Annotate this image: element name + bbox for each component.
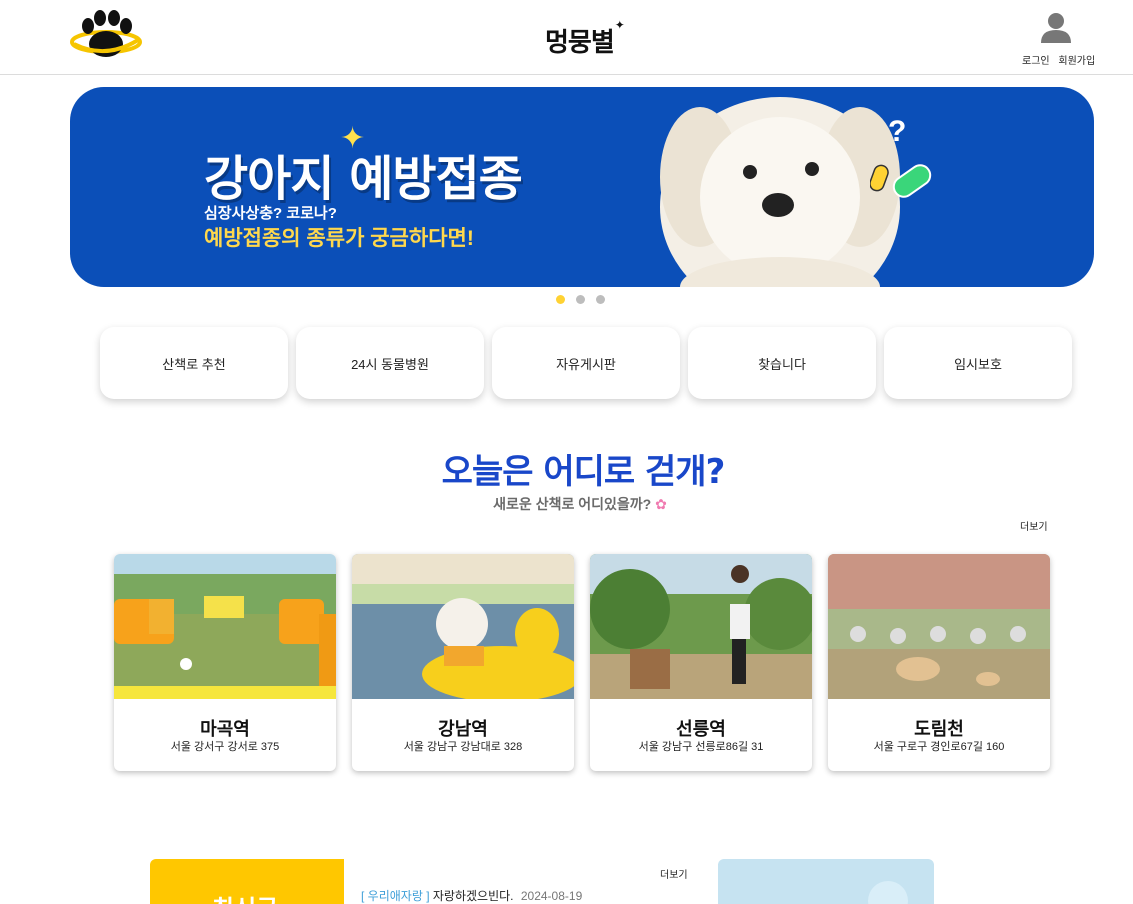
user-icon[interactable] — [1038, 12, 1074, 44]
place-card[interactable]: 강남역 서울 강남구 강남대로 328 — [352, 554, 574, 771]
list-item[interactable]: [ 우리애자랑 ] 자랑하겠으빈다. 2024-08-19 — [361, 887, 582, 904]
question-mark-icon: ? — [888, 115, 907, 148]
place-card[interactable]: 마곡역 서울 강서구 강서로 375 — [114, 554, 336, 771]
banner-highlight: 예방접종의 종류가 궁금하다면! — [204, 227, 474, 250]
nav-free-board[interactable]: 자유게시판 — [492, 327, 680, 399]
carousel-dot[interactable] — [556, 295, 565, 304]
place-address: 서울 강남구 선릉로86길 31 — [638, 741, 764, 753]
pill-icon — [870, 164, 932, 198]
nav-foster-care[interactable]: 임시보호 — [884, 327, 1072, 399]
carousel-dot[interactable] — [576, 295, 585, 304]
place-photo — [590, 554, 812, 699]
carousel-dot[interactable] — [596, 295, 605, 304]
place-address: 서울 강남구 강남대로 328 — [403, 741, 523, 753]
post-date: 2024-08-19 — [520, 889, 583, 903]
place-photo — [828, 554, 1050, 699]
flower-icon: ✿ — [655, 496, 667, 512]
brand-title[interactable]: 멍뭉별 ✦ — [545, 18, 625, 59]
place-card[interactable]: 선릉역 서울 강남구 선릉로86길 31 — [590, 554, 812, 771]
post-title: 자랑하겠으빈다. — [432, 889, 514, 903]
place-card[interactable]: 도림천 서울 구로구 경인로67길 160 — [828, 554, 1050, 771]
signup-link[interactable]: 회원가입 — [1058, 56, 1095, 67]
auth-links: 로그인 회원가입 — [1022, 52, 1101, 67]
walk-more-link[interactable]: 더보기 — [1020, 518, 1048, 533]
nav-24h-hospital[interactable]: 24시 동물병원 — [296, 327, 484, 399]
recent-posts-banner: 최신글 — [150, 859, 344, 904]
nav-lost-found[interactable]: 찾습니다 — [688, 327, 876, 399]
paw-planet-logo-icon[interactable] — [70, 8, 142, 62]
recent-posts-title: 최신글 — [212, 889, 278, 904]
post-category: [ 우리애자랑 ] — [361, 889, 430, 903]
place-photo — [114, 554, 336, 699]
place-address: 서울 강서구 강서로 375 — [170, 741, 280, 753]
puppy-image — [660, 97, 900, 287]
place-list: 마곡역 서울 강서구 강서로 375 강남역 서울 강남구 강남대로 328 선… — [114, 554, 1050, 772]
section-title: 오늘은 어디로 걷개? — [441, 452, 726, 492]
place-address: 서울 구로구 경인로67길 160 — [873, 741, 1005, 753]
sparkle-icon: ✦ — [614, 18, 625, 32]
banner-subtitle: 심장사상충? 코로나? — [204, 205, 337, 222]
category-nav: 산책로 추천 24시 동물병원 자유게시판 찾습니다 임시보호 — [100, 327, 1072, 399]
user-area: 로그인 회원가입 — [1018, 12, 1098, 68]
brand-text: 멍뭉별 — [545, 28, 615, 58]
nav-walk-recommend[interactable]: 산책로 추천 — [100, 327, 288, 399]
site-header: 멍뭉별 ✦ 로그인 회원가입 — [0, 0, 1133, 75]
section-subtitle-text: 새로운 산책로 어디있을까? — [493, 496, 652, 512]
section-subtitle: 새로운 산책로 어디있을까? ✿ — [0, 494, 1133, 514]
decorative-shape — [868, 881, 908, 904]
place-photo — [352, 554, 574, 699]
login-link[interactable]: 로그인 — [1022, 56, 1050, 67]
carousel-dots — [556, 295, 605, 304]
hero-banner[interactable]: ✦ 강아지 예방접종 심장사상충? 코로나? 예방접종의 종류가 궁금하다면! … — [70, 87, 1094, 287]
banner-title: 강아지 예방접종 — [204, 151, 523, 207]
side-image — [718, 859, 934, 904]
recent-more-link[interactable]: 더보기 — [660, 866, 688, 881]
